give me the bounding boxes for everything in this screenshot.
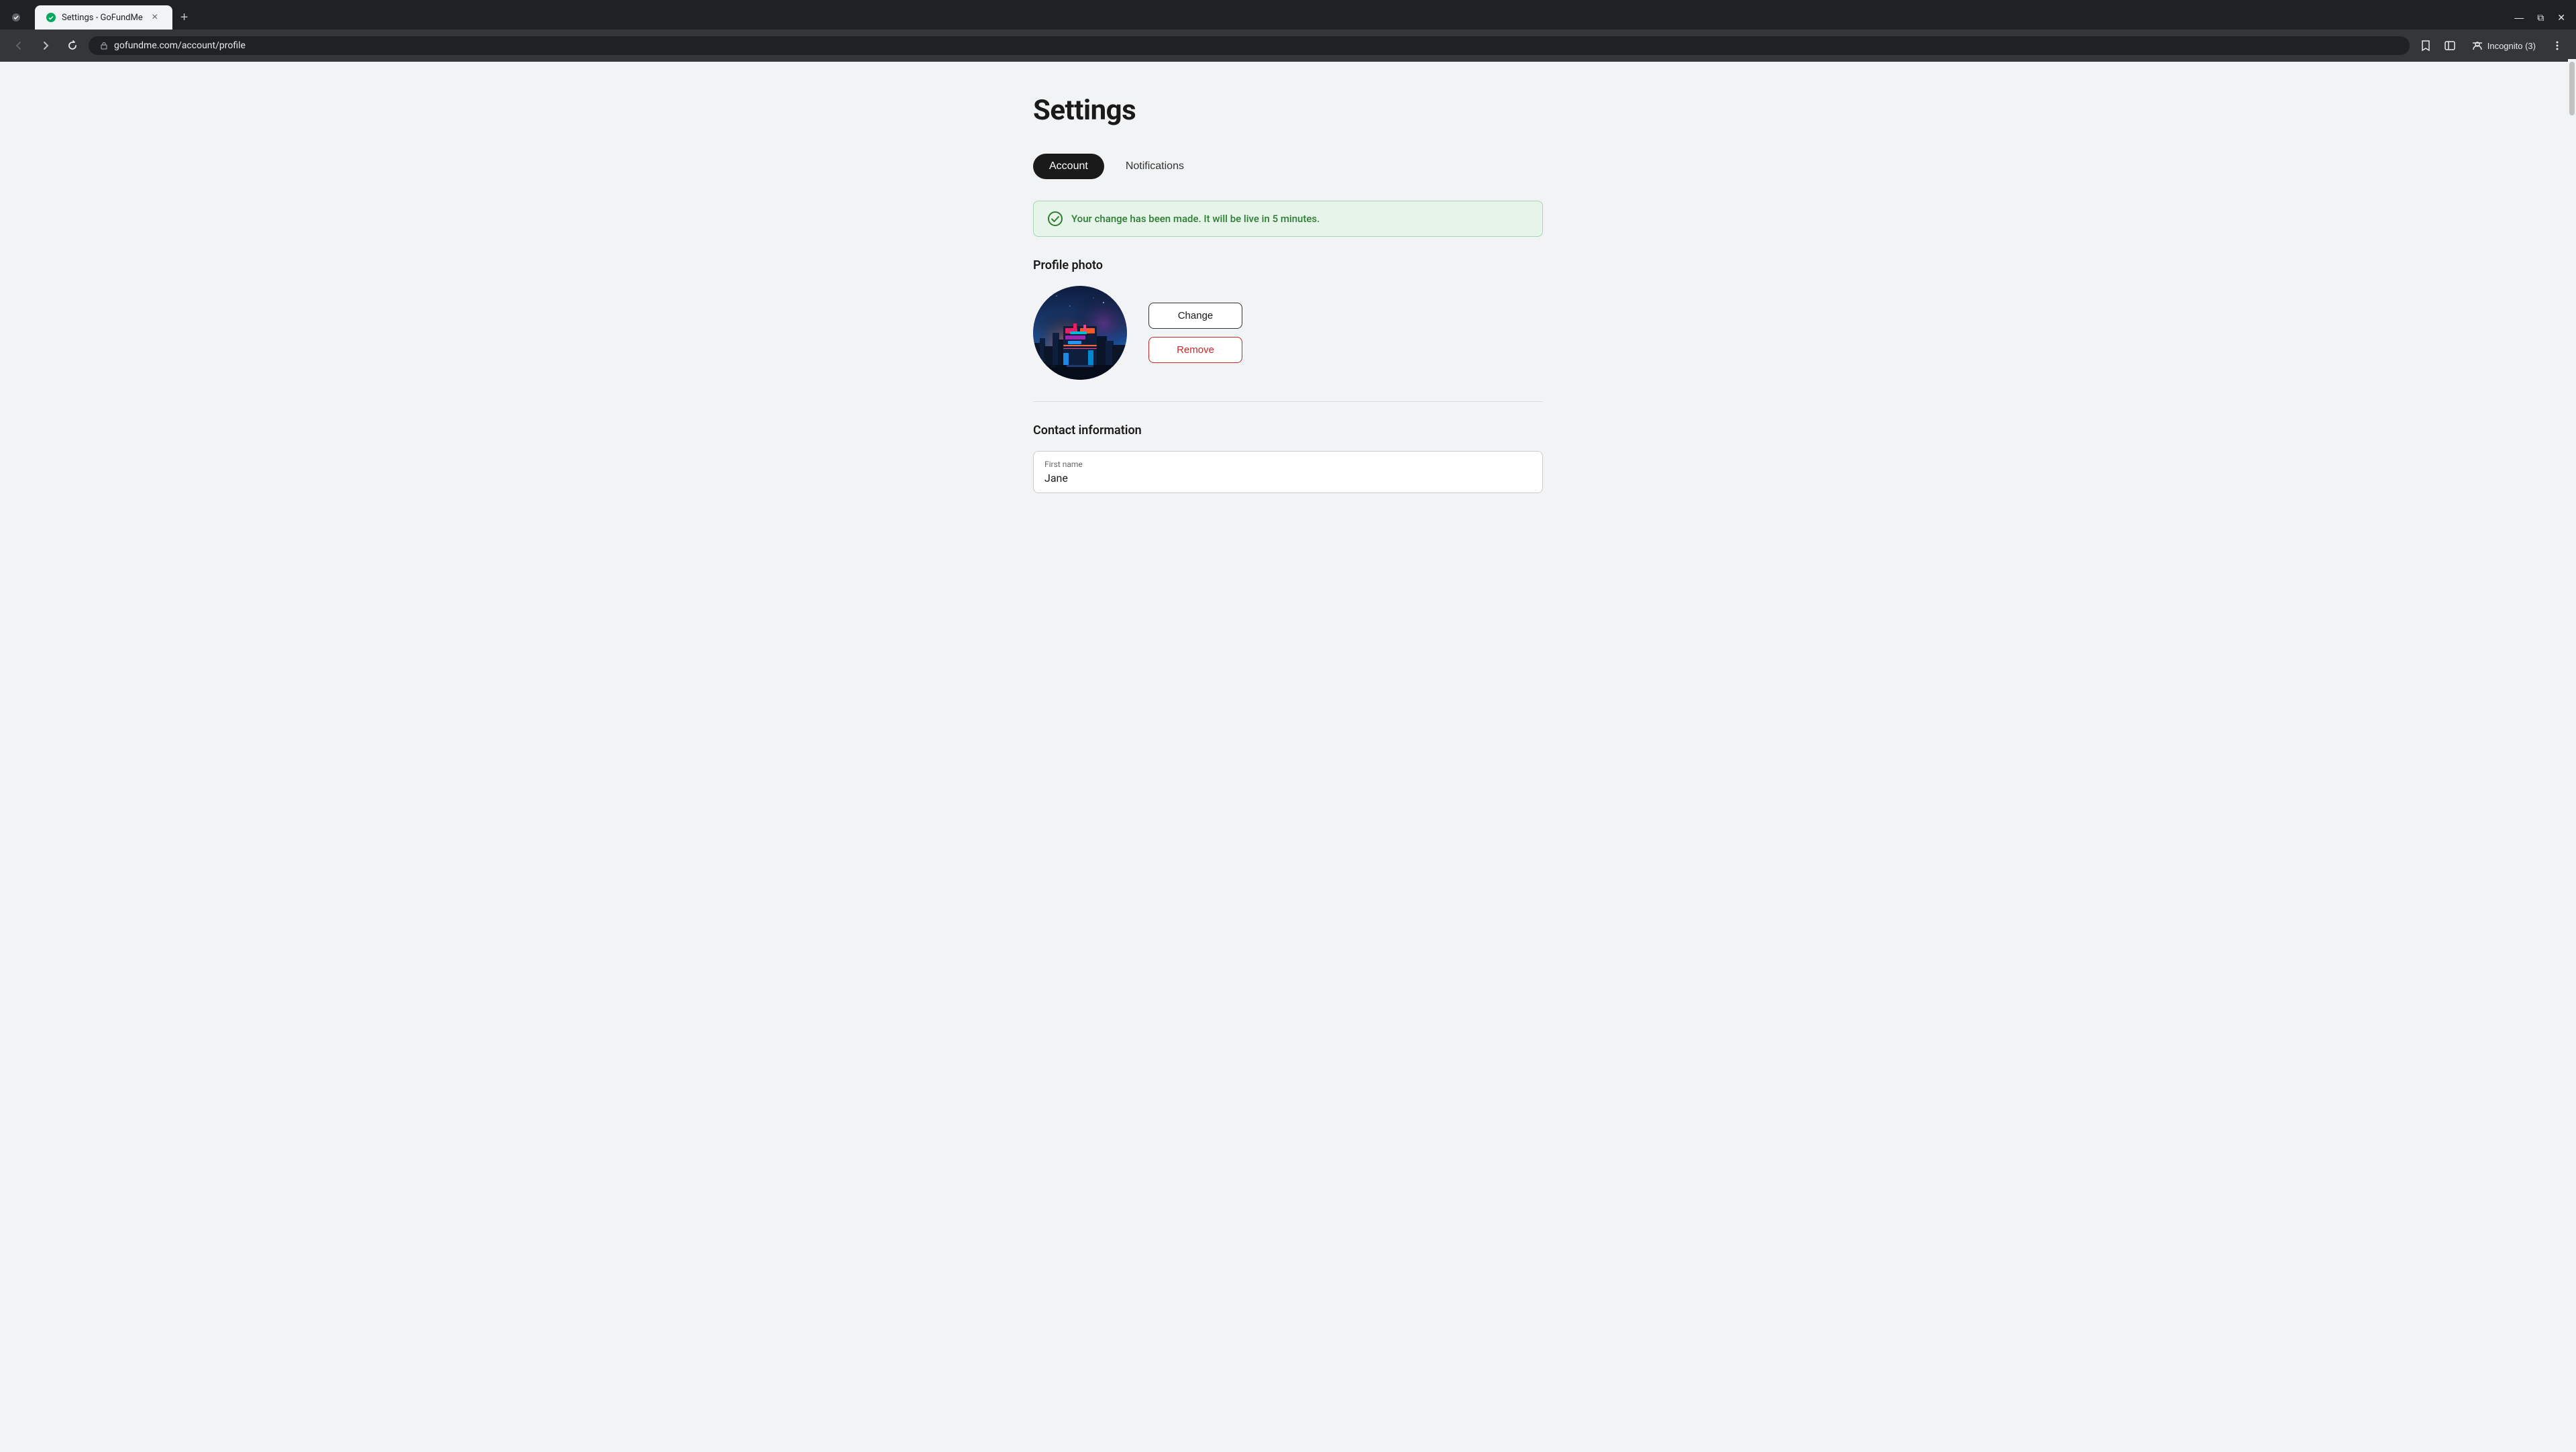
avatar	[1033, 286, 1127, 380]
incognito-button[interactable]: Incognito (3)	[2463, 37, 2544, 54]
success-icon	[1047, 211, 1063, 227]
tab-bar: Settings - GoFundMe × +	[30, 5, 199, 30]
tab-title: Settings - GoFundMe	[62, 13, 143, 23]
page-title: Settings	[1033, 94, 1543, 127]
tab-favicon	[46, 12, 56, 23]
first-name-value: Jane	[1044, 472, 1532, 484]
active-tab[interactable]: Settings - GoFundMe ×	[35, 5, 172, 30]
contact-info-title: Contact information	[1033, 423, 1543, 437]
address-bar[interactable]: gofundme.com/account/profile	[89, 36, 2410, 55]
address-text: gofundme.com/account/profile	[114, 40, 246, 51]
minimize-button[interactable]: —	[2509, 9, 2529, 25]
photo-action-buttons: Change Remove	[1148, 303, 1242, 363]
tab-close-button[interactable]: ×	[148, 11, 162, 24]
tab-account[interactable]: Account	[1033, 154, 1104, 179]
first-name-label: First name	[1044, 460, 1532, 469]
remove-photo-button[interactable]: Remove	[1148, 337, 1242, 363]
scrollbar[interactable]	[2568, 59, 2576, 1449]
forward-button[interactable]	[35, 35, 56, 56]
restore-button[interactable]: ⧉	[2532, 9, 2549, 26]
reload-button[interactable]	[62, 35, 83, 56]
menu-button[interactable]	[2546, 35, 2568, 56]
incognito-icon	[2471, 40, 2483, 52]
scrollbar-thumb[interactable]	[2569, 62, 2575, 115]
browser-title-bar: Settings - GoFundMe × + — ⧉ ✕	[0, 0, 2576, 30]
success-banner: Your change has been made. It will be li…	[1033, 201, 1543, 237]
avatar-image	[1033, 286, 1127, 380]
page-content: Settings Account Notifications Your chan…	[0, 62, 2576, 1452]
settings-container: Settings Account Notifications Your chan…	[1033, 94, 1543, 1420]
profile-photo-section: Profile photo	[1033, 258, 1543, 380]
profile-photo-title: Profile photo	[1033, 258, 1543, 272]
back-button[interactable]	[8, 35, 30, 56]
tab-notifications[interactable]: Notifications	[1110, 154, 1200, 179]
incognito-label: Incognito (3)	[2487, 41, 2536, 51]
first-name-field[interactable]: First name Jane	[1033, 451, 1543, 493]
bookmark-button[interactable]	[2415, 35, 2436, 56]
new-tab-button[interactable]: +	[175, 6, 194, 30]
contact-information-section: Contact information First name Jane	[1033, 423, 1543, 493]
lock-icon	[99, 41, 109, 50]
settings-tab-nav: Account Notifications	[1033, 154, 1543, 179]
window-controls-profile[interactable]	[5, 9, 27, 25]
browser-chrome: Settings - GoFundMe × + — ⧉ ✕	[0, 0, 2576, 62]
close-button[interactable]: ✕	[2552, 9, 2571, 26]
toolbar-actions: Incognito (3)	[2415, 35, 2568, 56]
sidebar-button[interactable]	[2439, 35, 2461, 56]
section-divider	[1033, 401, 1543, 402]
profile-photo-row: Change Remove	[1033, 286, 1543, 380]
browser-toolbar: gofundme.com/account/profile	[0, 30, 2576, 62]
change-photo-button[interactable]: Change	[1148, 303, 1242, 329]
success-message: Your change has been made. It will be li…	[1071, 213, 1320, 225]
